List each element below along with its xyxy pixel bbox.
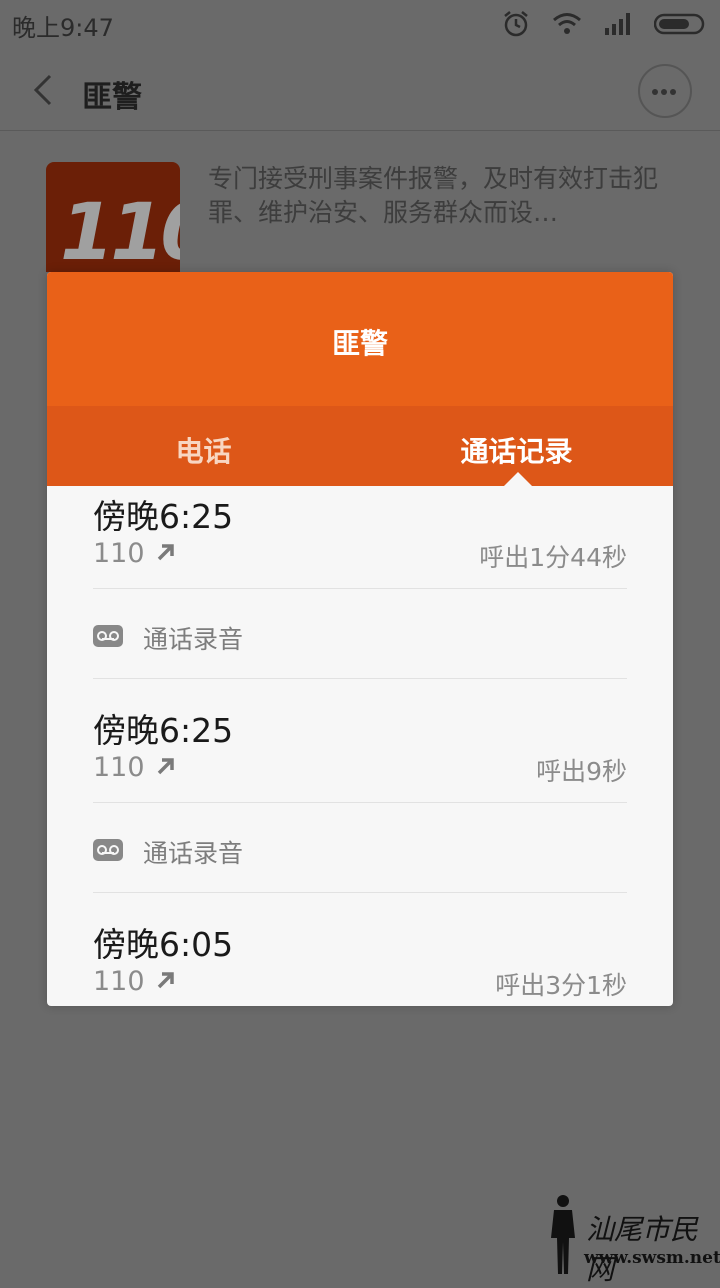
divider [93,588,627,589]
call-record[interactable]: 傍晚6:25 110 呼出1分44秒 [93,490,627,590]
alarm-icon [504,11,528,37]
outgoing-call-icon [157,972,174,989]
app-header: 匪警 [0,52,720,131]
more-dot-icon [670,89,676,95]
call-duration: 呼出3分1秒 [495,971,627,1000]
battery-icon [654,13,705,35]
active-tab-indicator [504,472,532,486]
call-number: 110 [93,538,145,569]
more-button[interactable] [638,64,692,118]
call-time: 傍晚6:25 [93,497,234,536]
contact-dialog: 匪警 电话 通话记录 傍晚6:25 110 呼出1分44秒 通话录音 傍晚6:2… [47,272,673,1006]
watermark: 汕尾市民网 www.swsm.net [548,1192,720,1286]
logo-text: 110 [60,188,180,272]
call-duration: 呼出9秒 [536,757,627,786]
divider [93,892,627,893]
back-arrow-icon[interactable] [30,74,58,106]
wifi-icon [553,13,581,34]
call-recording[interactable]: 通话录音 [93,612,627,672]
recording-tape-icon [93,625,123,647]
call-time: 傍晚6:25 [93,711,234,750]
call-time: 傍晚6:05 [93,925,234,964]
call-duration: 呼出1分44秒 [479,543,627,572]
person-silhouette-icon [551,1195,575,1274]
dialog-header: 匪警 [47,272,673,406]
recording-label: 通话录音 [143,839,244,868]
call-record[interactable]: 傍晚6:05 110 呼出3分1秒 [93,918,627,1006]
status-time: 晚上9:47 [12,14,114,42]
more-dot-icon [652,89,658,95]
call-record[interactable]: 傍晚6:25 110 呼出9秒 [93,704,627,804]
signal-icon [605,13,630,35]
page-title: 匪警 [82,80,142,115]
contact-logo: 110 [46,162,180,272]
watermark-url: www.swsm.net [584,1248,720,1268]
more-dot-icon [661,89,667,95]
status-icons [502,10,708,38]
recording-label: 通话录音 [143,625,244,654]
contact-description: 专门接受刑事案件报警，及时有效打击犯罪、维护治安、服务群众而设… [208,164,659,227]
tab-call-log[interactable]: 通话记录 [360,430,673,470]
call-recording[interactable]: 通话录音 [93,826,627,886]
call-number: 110 [93,966,145,997]
divider [93,678,627,679]
tab-phone[interactable]: 电话 [47,430,360,470]
dialog-tabs: 电话 通话记录 [47,406,673,486]
outgoing-call-icon [157,758,174,775]
call-number: 110 [93,752,145,783]
status-bar: 晚上9:47 [0,0,720,50]
recording-tape-icon [93,839,123,861]
dialog-title: 匪警 [331,327,388,360]
divider [93,802,627,803]
outgoing-call-icon [157,544,174,561]
